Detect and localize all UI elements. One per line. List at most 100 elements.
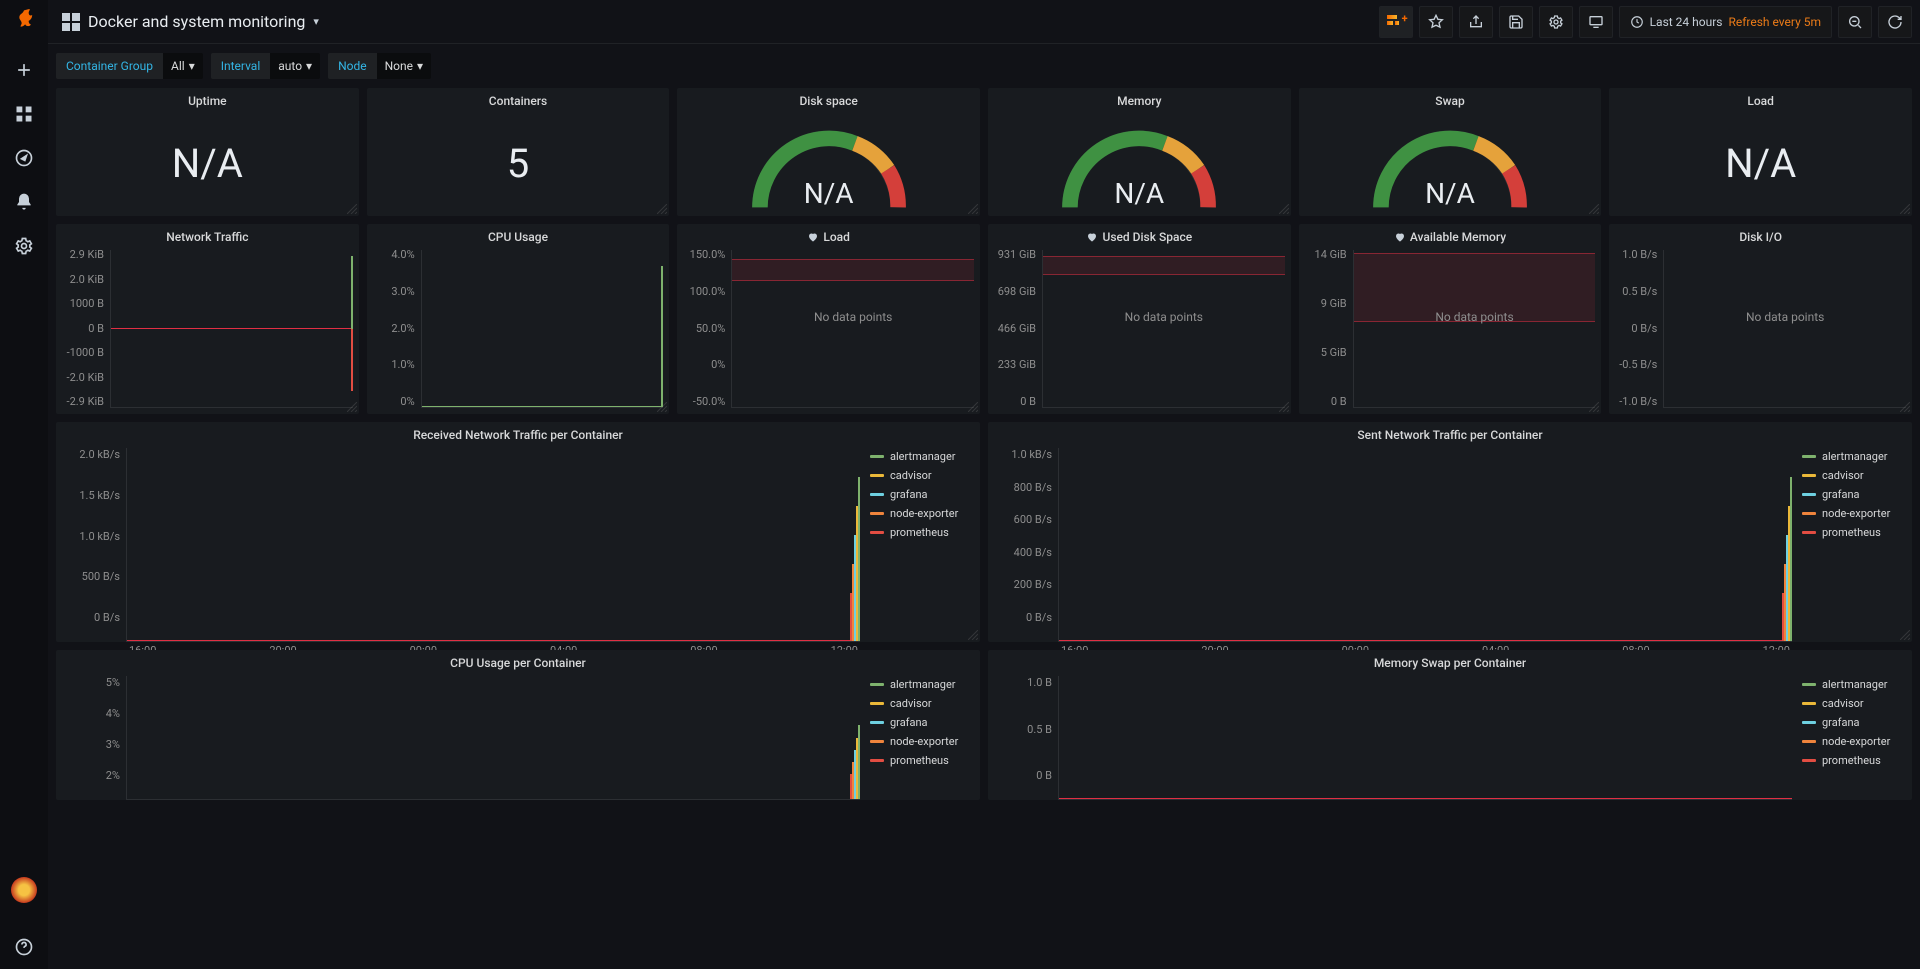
chevron-down-icon: ▾ bbox=[306, 59, 312, 73]
graph-panel[interactable]: Network Traffic2.9 KiB2.0 KiB1000 B0 B-1… bbox=[56, 224, 359, 414]
panel-title: Used Disk Space bbox=[988, 224, 1291, 246]
legend-item[interactable]: node-exporter bbox=[1802, 735, 1908, 748]
explore-icon[interactable] bbox=[14, 148, 34, 168]
plot-area[interactable]: No data points bbox=[1353, 250, 1596, 408]
legend-item[interactable]: node-exporter bbox=[870, 735, 976, 748]
share-button[interactable] bbox=[1459, 6, 1493, 38]
dashboards-icon[interactable] bbox=[14, 104, 34, 124]
graph-panel[interactable]: CPU Usage per Container5%4%3%2%alertmana… bbox=[56, 650, 980, 800]
no-data-text: No data points bbox=[1354, 310, 1596, 324]
panel-title: Memory bbox=[988, 88, 1291, 110]
legend-item[interactable]: grafana bbox=[1802, 488, 1908, 501]
panel-title: Disk space bbox=[677, 88, 980, 110]
legend-item[interactable]: cadvisor bbox=[1802, 469, 1908, 482]
dashboard-grid: UptimeN/AContainers5Disk spaceN/AMemoryN… bbox=[48, 88, 1920, 969]
plot-area[interactable] bbox=[1058, 676, 1792, 800]
y-axis: 14 GiB9 GiB5 GiB0 B bbox=[1299, 246, 1353, 414]
view-mode-button[interactable] bbox=[1579, 6, 1613, 38]
graph-panel[interactable]: Sent Network Traffic per Container1.0 kB… bbox=[988, 422, 1912, 642]
dashboard-grid-icon bbox=[62, 13, 80, 31]
stat-panel[interactable]: Disk space N/A bbox=[677, 88, 980, 216]
legend-item[interactable]: cadvisor bbox=[1802, 697, 1908, 710]
plot-area[interactable]: No data points bbox=[1042, 250, 1285, 408]
var-node[interactable]: Node None▾ bbox=[328, 53, 431, 79]
graph-panel[interactable]: Available Memory14 GiB9 GiB5 GiB0 BNo da… bbox=[1299, 224, 1602, 414]
stat-panel[interactable]: Swap N/A bbox=[1299, 88, 1602, 216]
panel-title: Sent Network Traffic per Container bbox=[988, 422, 1912, 444]
plot-area[interactable] bbox=[126, 676, 860, 800]
graph-panel[interactable]: Used Disk Space931 GiB698 GiB466 GiB233 … bbox=[988, 224, 1291, 414]
star-button[interactable] bbox=[1419, 6, 1453, 38]
y-axis: 4.0%3.0%2.0%1.0%0% bbox=[367, 246, 421, 414]
panel-title: Available Memory bbox=[1299, 224, 1602, 246]
legend: alertmanager cadvisor grafana node-exporter… bbox=[860, 444, 980, 642]
panel-title: Containers bbox=[367, 88, 670, 110]
graph-panel[interactable]: Load150.0%100.0%50.0%0%-50.0%No data poi… bbox=[677, 224, 980, 414]
refresh-button[interactable] bbox=[1878, 6, 1912, 38]
grafana-logo[interactable] bbox=[10, 8, 38, 36]
legend-item[interactable]: alertmanager bbox=[870, 450, 976, 463]
panel-title: CPU Usage bbox=[367, 224, 670, 246]
configuration-icon[interactable] bbox=[14, 236, 34, 256]
legend-item[interactable]: cadvisor bbox=[870, 697, 976, 710]
y-axis: 150.0%100.0%50.0%0%-50.0% bbox=[677, 246, 731, 414]
no-data-text: No data points bbox=[1664, 310, 1906, 324]
stat-panel[interactable]: MemoryN/A bbox=[988, 88, 1291, 216]
legend: alertmanager cadvisor grafana node-exporter… bbox=[860, 672, 980, 800]
graph-panel[interactable]: Memory Swap per Container1.0 B0.5 B0 Bal… bbox=[988, 650, 1912, 800]
legend-item[interactable]: prometheus bbox=[870, 526, 976, 539]
legend-item[interactable]: alertmanager bbox=[1802, 678, 1908, 691]
panel-title: Uptime bbox=[56, 88, 359, 110]
var-interval[interactable]: Interval auto▾ bbox=[211, 53, 320, 79]
stat-panel[interactable]: LoadN/A bbox=[1609, 88, 1912, 216]
plus-icon[interactable] bbox=[14, 60, 34, 80]
plot-area[interactable]: 16:0020:0000:0004:0008:0012:00 bbox=[1058, 448, 1792, 642]
legend-item[interactable]: prometheus bbox=[870, 754, 976, 767]
zoom-out-button[interactable] bbox=[1838, 6, 1872, 38]
time-range-text: Last 24 hours bbox=[1650, 15, 1723, 29]
var-container-group[interactable]: Container Group All▾ bbox=[56, 53, 203, 79]
graph-panel[interactable]: CPU Usage4.0%3.0%2.0%1.0%0% bbox=[367, 224, 670, 414]
add-panel-button[interactable]: + bbox=[1379, 6, 1413, 38]
stat-panel[interactable]: Containers5 bbox=[367, 88, 670, 216]
legend-item[interactable]: grafana bbox=[870, 488, 976, 501]
legend-item[interactable]: prometheus bbox=[1802, 754, 1908, 767]
panel-title: Disk I/O bbox=[1609, 224, 1912, 246]
topbar: Docker and system monitoring ▾ + bbox=[48, 0, 1920, 44]
legend-item[interactable]: grafana bbox=[1802, 716, 1908, 729]
legend-item[interactable]: grafana bbox=[870, 716, 976, 729]
graph-panel[interactable]: Received Network Traffic per Container2.… bbox=[56, 422, 980, 642]
time-picker[interactable]: Last 24 hours Refresh every 5m bbox=[1619, 6, 1832, 38]
stat-panel[interactable]: UptimeN/A bbox=[56, 88, 359, 216]
clock-icon bbox=[1630, 15, 1644, 29]
no-data-text: No data points bbox=[732, 310, 974, 324]
plot-area[interactable]: No data points bbox=[731, 250, 974, 408]
legend-item[interactable]: cadvisor bbox=[870, 469, 976, 482]
chevron-down-icon: ▾ bbox=[313, 15, 319, 28]
save-button[interactable] bbox=[1499, 6, 1533, 38]
plot-area[interactable] bbox=[421, 250, 664, 408]
help-icon[interactable] bbox=[14, 937, 34, 957]
gauge-value: N/A bbox=[804, 177, 854, 210]
panel-title: Swap bbox=[1299, 88, 1602, 110]
stat-value: 5 bbox=[367, 110, 670, 216]
gauge-value: N/A bbox=[1425, 177, 1475, 210]
plot-area[interactable]: 16:0020:0000:0004:0008:0012:00 bbox=[126, 448, 860, 642]
legend-item[interactable]: node-exporter bbox=[1802, 507, 1908, 520]
legend-item[interactable]: node-exporter bbox=[870, 507, 976, 520]
chevron-down-icon: ▾ bbox=[189, 59, 195, 73]
no-data-text: No data points bbox=[1043, 310, 1285, 324]
y-axis: 2.9 KiB2.0 KiB1000 B0 B-1000 B-2.0 KiB-2… bbox=[56, 246, 110, 414]
settings-button[interactable] bbox=[1539, 6, 1573, 38]
plot-area[interactable] bbox=[110, 250, 353, 408]
legend-item[interactable]: alertmanager bbox=[870, 678, 976, 691]
alerting-icon[interactable] bbox=[14, 192, 34, 212]
dashboard-title[interactable]: Docker and system monitoring ▾ bbox=[56, 8, 325, 35]
plot-area[interactable]: No data points bbox=[1663, 250, 1906, 408]
y-axis: 931 GiB698 GiB466 GiB233 GiB0 B bbox=[988, 246, 1042, 414]
y-axis: 2.0 kB/s1.5 kB/s1.0 kB/s500 B/s0 B/s bbox=[56, 444, 126, 642]
user-avatar[interactable] bbox=[11, 877, 37, 903]
graph-panel[interactable]: Disk I/O1.0 B/s0.5 B/s0 B/s-0.5 B/s-1.0 … bbox=[1609, 224, 1912, 414]
legend-item[interactable]: prometheus bbox=[1802, 526, 1908, 539]
legend-item[interactable]: alertmanager bbox=[1802, 450, 1908, 463]
